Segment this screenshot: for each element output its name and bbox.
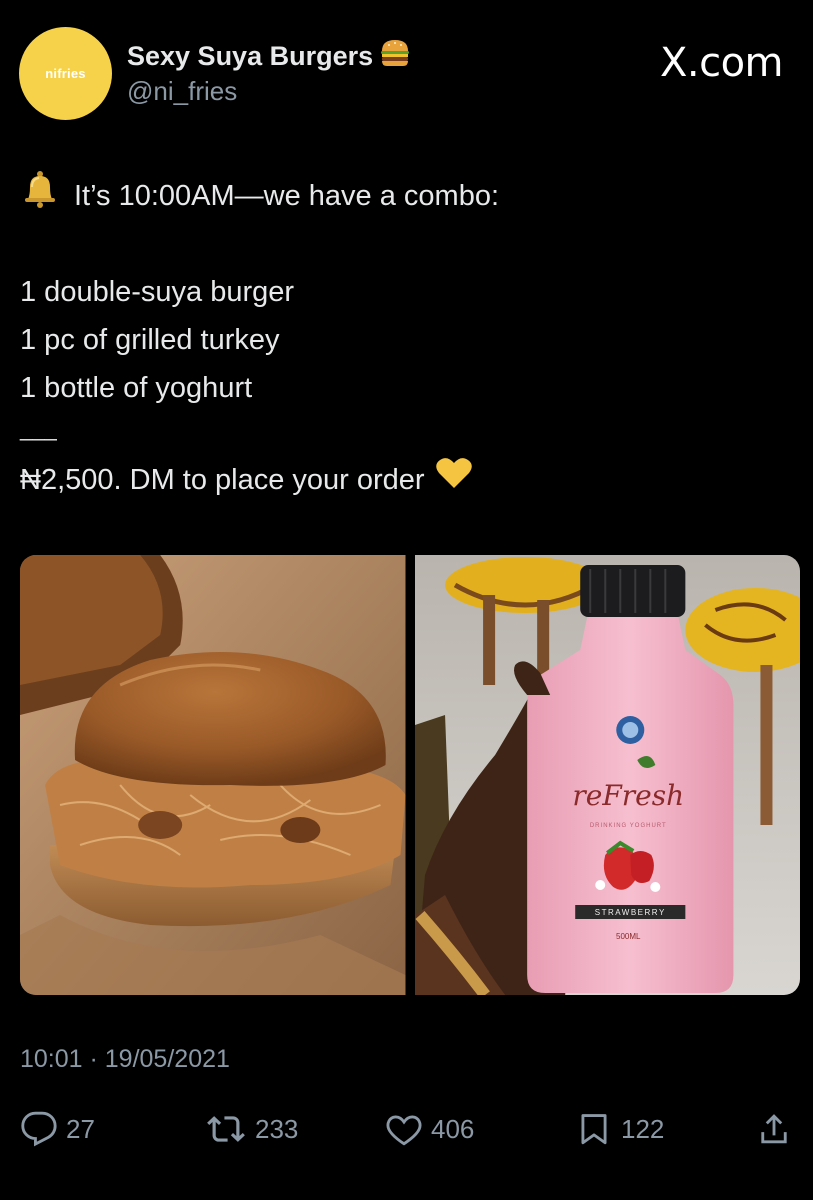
- reply-count: 27: [66, 1113, 95, 1144]
- yoghurt-brand: reFresh: [572, 779, 684, 812]
- share-button[interactable]: [755, 1110, 793, 1148]
- brand-watermark: X.com: [659, 40, 784, 86]
- tweet-item-3: 1 bottle of yoghurt: [20, 372, 253, 404]
- yoghurt-flavor: STRAWBERRY: [594, 908, 665, 917]
- repost-button[interactable]: 233: [205, 1110, 298, 1148]
- tweet-item-2: 1 pc of grilled turkey: [20, 324, 280, 356]
- like-button[interactable]: 406: [385, 1110, 474, 1148]
- tweet-item-1: 1 double-suya burger: [20, 276, 295, 308]
- display-name-row[interactable]: Sexy Suya Burgers: [127, 38, 411, 75]
- reply-button[interactable]: 27: [20, 1110, 95, 1148]
- bookmark-icon: [575, 1110, 613, 1148]
- media-grid[interactable]: reFresh DRINKING YOGHURT STRAWBERRY 500M…: [20, 555, 800, 995]
- heart-icon: [385, 1110, 423, 1148]
- suya-burger-photo[interactable]: [20, 555, 406, 995]
- yoghurt-bottle-photo[interactable]: reFresh DRINKING YOGHURT STRAWBERRY 500M…: [414, 555, 800, 995]
- share-icon: [755, 1110, 793, 1148]
- tweet-price-line: ₦2,500. DM to place your order: [20, 456, 780, 504]
- yoghurt-tagline: DRINKING YOGHURT: [589, 823, 666, 829]
- display-name[interactable]: Sexy Suya Burgers: [127, 41, 373, 72]
- like-count: 406: [431, 1113, 475, 1144]
- bookmark-button[interactable]: 122: [575, 1110, 664, 1148]
- avatar-label: nifries: [45, 66, 86, 81]
- bell-emoji-icon: [20, 169, 60, 224]
- action-bar: 27 233 406 122: [20, 1110, 800, 1160]
- yellow-heart-emoji-icon: [435, 456, 473, 505]
- tweet-timestamp[interactable]: 10:01 · 19/05/2021: [20, 1045, 230, 1074]
- tweet-line-intro: It’s 10:00AM—we have a combo:: [20, 170, 780, 220]
- tweet-divider: ___: [20, 416, 57, 441]
- burger-emoji-icon: [379, 38, 411, 75]
- tweet-intro-text: It’s 10:00AM—we have a combo:: [74, 180, 500, 212]
- repost-icon: [205, 1110, 247, 1148]
- yoghurt-volume: 500ML: [616, 932, 641, 941]
- tweet-price-text: ₦2,500. DM to place your order: [20, 464, 425, 496]
- reply-icon: [20, 1110, 58, 1148]
- bookmark-count: 122: [621, 1113, 665, 1144]
- avatar[interactable]: nifries: [19, 27, 112, 120]
- tweet-body: It’s 10:00AM—we have a combo: 1 double-s…: [20, 170, 780, 504]
- repost-count: 233: [255, 1113, 299, 1144]
- handle[interactable]: @ni_fries: [127, 76, 237, 107]
